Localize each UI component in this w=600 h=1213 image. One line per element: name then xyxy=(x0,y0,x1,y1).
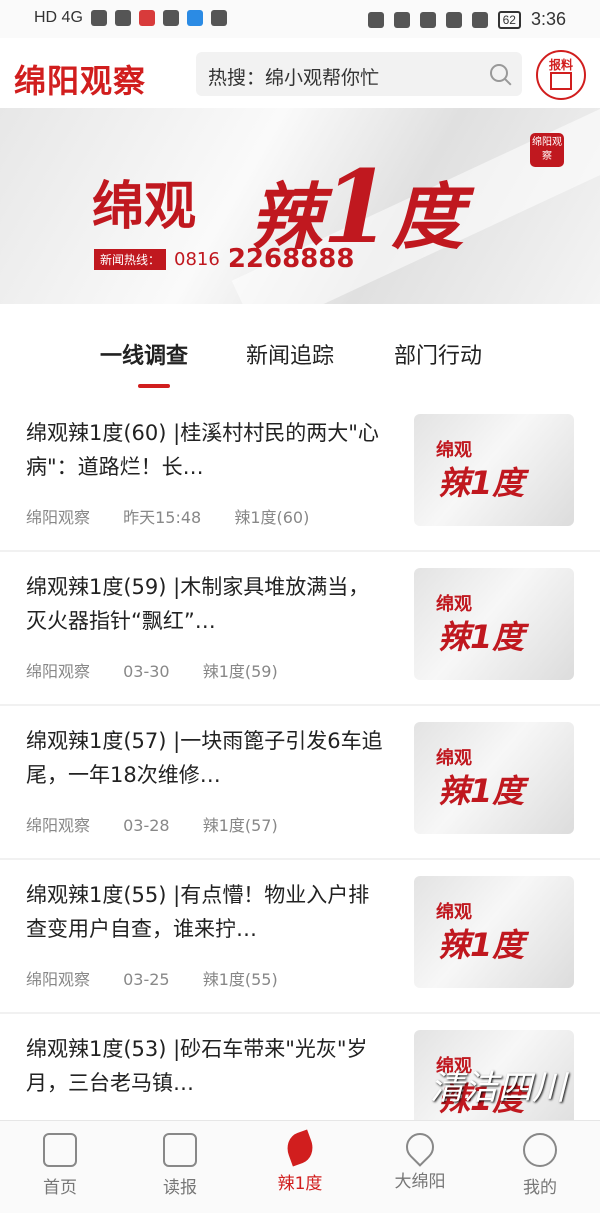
thumb-big-text: 辣1度 xyxy=(438,772,525,810)
status-left: HD 4G xyxy=(34,9,227,27)
news-item[interactable]: 绵观辣1度(60) |桂溪村村民的两大"心病"：道路烂！长… 绵阳观察 昨天15… xyxy=(0,398,600,552)
app-header: 绵阳观察 热搜：绵小观帮你忙 报料 xyxy=(0,38,600,108)
news-source: 绵阳观察 xyxy=(26,662,91,681)
bluetooth-icon xyxy=(445,11,462,28)
watermark: 清洁四川 xyxy=(430,1068,566,1108)
status-bar: HD 4G 62 3:36 xyxy=(0,0,600,38)
signal-icon xyxy=(90,10,107,26)
news-source: 绵阳观察 xyxy=(26,508,91,527)
news-time: 03-30 xyxy=(123,662,170,681)
clock: 3:36 xyxy=(530,9,566,29)
network-label: HD 4G xyxy=(34,9,83,26)
news-item[interactable]: 绵观辣1度(59) |木制家具堆放满当，灭火器指针“飘红”… 绵阳观察 03-3… xyxy=(0,552,600,706)
status-right: 62 3:36 xyxy=(367,9,566,30)
nav-newspaper[interactable]: 读报 xyxy=(140,1133,220,1198)
bottom-nav: 首页 读报 辣1度 大绵阳 我的 xyxy=(0,1120,600,1213)
news-tag: 辣1度(55) xyxy=(202,970,278,989)
nav-profile[interactable]: 我的 xyxy=(500,1133,580,1198)
search-placeholder: 热搜：绵小观帮你忙 xyxy=(208,67,380,89)
banner-seal: 绵阳观察 xyxy=(530,133,564,167)
hotline-code: 0816 xyxy=(174,248,220,270)
news-source: 绵阳观察 xyxy=(26,816,91,835)
chili-icon xyxy=(282,1129,318,1167)
nav-mianyang-label: 大绵阳 xyxy=(394,1172,446,1192)
news-tag: 辣1度(60) xyxy=(234,508,310,527)
battery-icon: 62 xyxy=(497,10,521,29)
search-icon[interactable] xyxy=(490,64,508,82)
news-source: 绵阳观察 xyxy=(26,970,91,989)
thumb-big-text: 辣1度 xyxy=(438,464,525,502)
hotline: 新闻热线： 0816 2268888 xyxy=(94,244,354,274)
tab-investigation[interactable]: 一线调查 xyxy=(100,338,188,370)
news-title[interactable]: 绵观辣1度(53) |砂石车带来"光灰"岁月，三台老马镇… xyxy=(26,1032,388,1100)
news-meta: 绵阳观察 昨天15:48 辣1度(60) xyxy=(26,504,337,528)
settings-icon xyxy=(210,10,227,26)
hotline-number: 2268888 xyxy=(227,244,355,274)
banner-name: 绵观 xyxy=(92,176,197,237)
translate-icon xyxy=(114,10,131,26)
newspaper-icon xyxy=(550,72,572,90)
news-item[interactable]: 绵观辣1度(55) |有点懵！物业入户排查变用户自查，谁来拧… 绵阳观察 03-… xyxy=(0,860,600,1014)
news-tag: 辣1度(59) xyxy=(202,662,278,681)
qq-icon xyxy=(162,10,179,26)
report-button[interactable]: 报料 xyxy=(536,50,586,100)
news-thumbnail[interactable]: 绵观 辣1度 xyxy=(414,568,574,680)
news-tag: 辣1度(57) xyxy=(202,816,278,835)
nav-home-label: 首页 xyxy=(43,1178,77,1198)
news-thumbnail[interactable]: 绵观 辣1度 xyxy=(414,722,574,834)
hotline-tag: 新闻热线： xyxy=(94,248,167,270)
news-thumbnail[interactable]: 绵观 辣1度 xyxy=(414,414,574,526)
news-thumbnail[interactable]: 绵观 辣1度 xyxy=(414,876,574,988)
report-label: 报料 xyxy=(548,58,573,72)
nav-la1du[interactable]: 辣1度 xyxy=(260,1129,340,1194)
news-title[interactable]: 绵观辣1度(60) |桂溪村村民的两大"心病"：道路烂！长… xyxy=(26,416,388,484)
news-title[interactable]: 绵观辣1度(59) |木制家具堆放满当，灭火器指针“飘红”… xyxy=(26,570,388,638)
news-meta: 绵阳观察 03-30 辣1度(59) xyxy=(26,658,306,682)
news-title[interactable]: 绵观辣1度(55) |有点懵！物业入户排查变用户自查，谁来拧… xyxy=(26,878,388,946)
nav-home[interactable]: 首页 xyxy=(20,1133,100,1198)
location-pin-icon xyxy=(400,1127,440,1167)
category-tabs: 一线调查 新闻追踪 部门行动 xyxy=(0,304,600,396)
thumb-big-text: 辣1度 xyxy=(438,926,525,964)
nfc-icon xyxy=(393,11,410,28)
banner-title-b: 度 xyxy=(391,174,464,259)
nav-la1du-label: 辣1度 xyxy=(277,1174,323,1194)
nav-profile-label: 我的 xyxy=(523,1178,557,1198)
nav-newspaper-label: 读报 xyxy=(163,1178,197,1198)
news-time: 03-25 xyxy=(123,970,170,989)
newspaper-icon xyxy=(163,1133,197,1167)
active-tab-indicator xyxy=(138,384,170,388)
alarm-icon xyxy=(419,11,436,28)
vibrate-icon xyxy=(471,11,488,28)
news-time: 昨天15:48 xyxy=(123,508,202,527)
app-logo: 绵阳观察 xyxy=(14,62,147,100)
thumb-big-text: 辣1度 xyxy=(438,618,525,656)
nav-mianyang[interactable]: 大绵阳 xyxy=(380,1127,460,1192)
news-title[interactable]: 绵观辣1度(57) |一块雨篦子引发6车追尾，一年18次维修… xyxy=(26,724,388,792)
user-icon xyxy=(523,1133,557,1167)
tab-department-action[interactable]: 部门行动 xyxy=(394,338,482,370)
news-meta: 绵阳观察 03-28 辣1度(57) xyxy=(26,812,306,836)
search-box[interactable]: 热搜：绵小观帮你忙 xyxy=(196,52,522,96)
app-notification-icon xyxy=(138,10,155,26)
home-icon xyxy=(43,1133,77,1167)
search-app-icon xyxy=(186,10,203,26)
eye-icon xyxy=(367,11,384,28)
news-meta: 绵阳观察 03-25 辣1度(55) xyxy=(26,966,306,990)
tab-news-tracking[interactable]: 新闻追踪 xyxy=(246,338,334,370)
banner[interactable]: 绵观 辣1度 新闻热线： 0816 2268888 绵阳观察 xyxy=(0,108,600,304)
news-item[interactable]: 绵观辣1度(57) |一块雨篦子引发6车追尾，一年18次维修… 绵阳观察 03-… xyxy=(0,706,600,860)
news-time: 03-28 xyxy=(123,816,170,835)
